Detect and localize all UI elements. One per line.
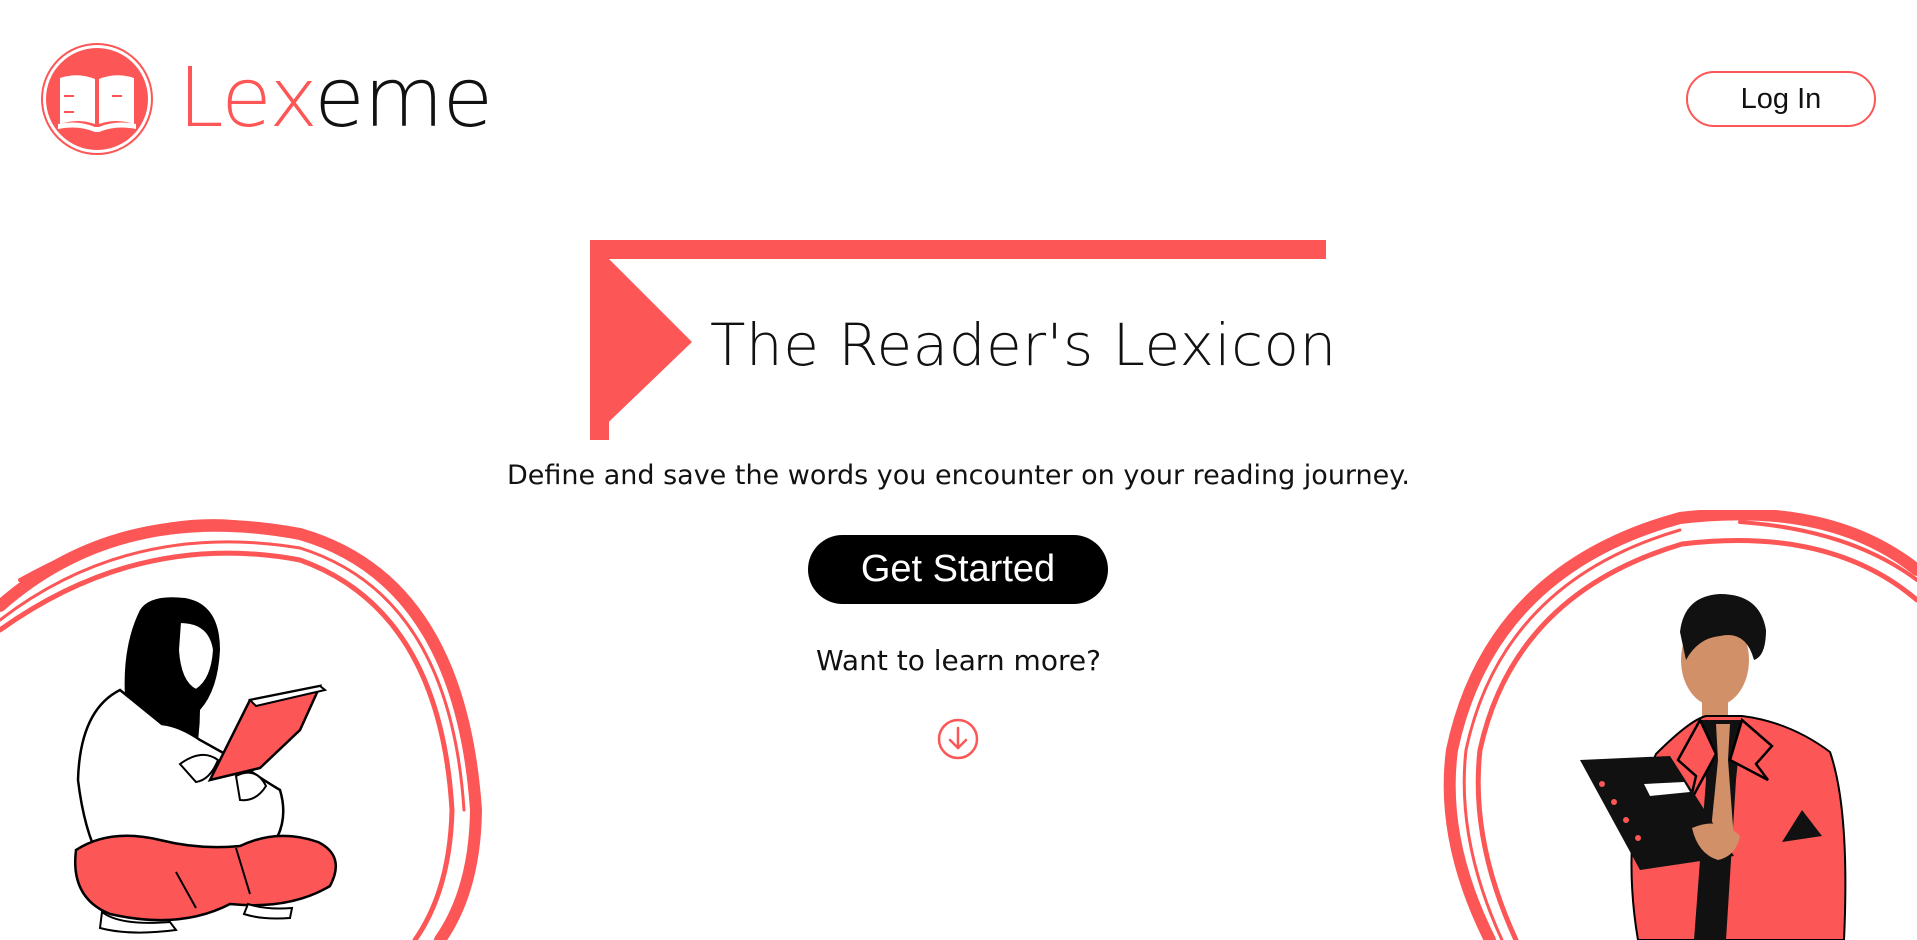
hero-title: The Reader's Lexicon — [710, 311, 1337, 379]
man-with-notebook-illustration — [1443, 510, 1917, 940]
site-header: Lexeme Log In — [0, 0, 1917, 200]
login-button[interactable]: Log In — [1686, 71, 1876, 127]
brand-wordmark: Lexeme — [178, 51, 493, 146]
woman-reading-illustration — [0, 519, 483, 940]
brand-name-accent: Lex — [178, 51, 315, 146]
brand-logo-link[interactable]: Lexeme — [40, 42, 493, 156]
hero-subtitle: Define and save the words you encounter … — [506, 460, 1410, 491]
brand-name-rest: eme — [314, 51, 493, 146]
arrow-down-circle-icon[interactable] — [937, 718, 979, 760]
open-book-icon — [41, 43, 153, 155]
get-started-button[interactable]: Get Started — [808, 535, 1108, 604]
